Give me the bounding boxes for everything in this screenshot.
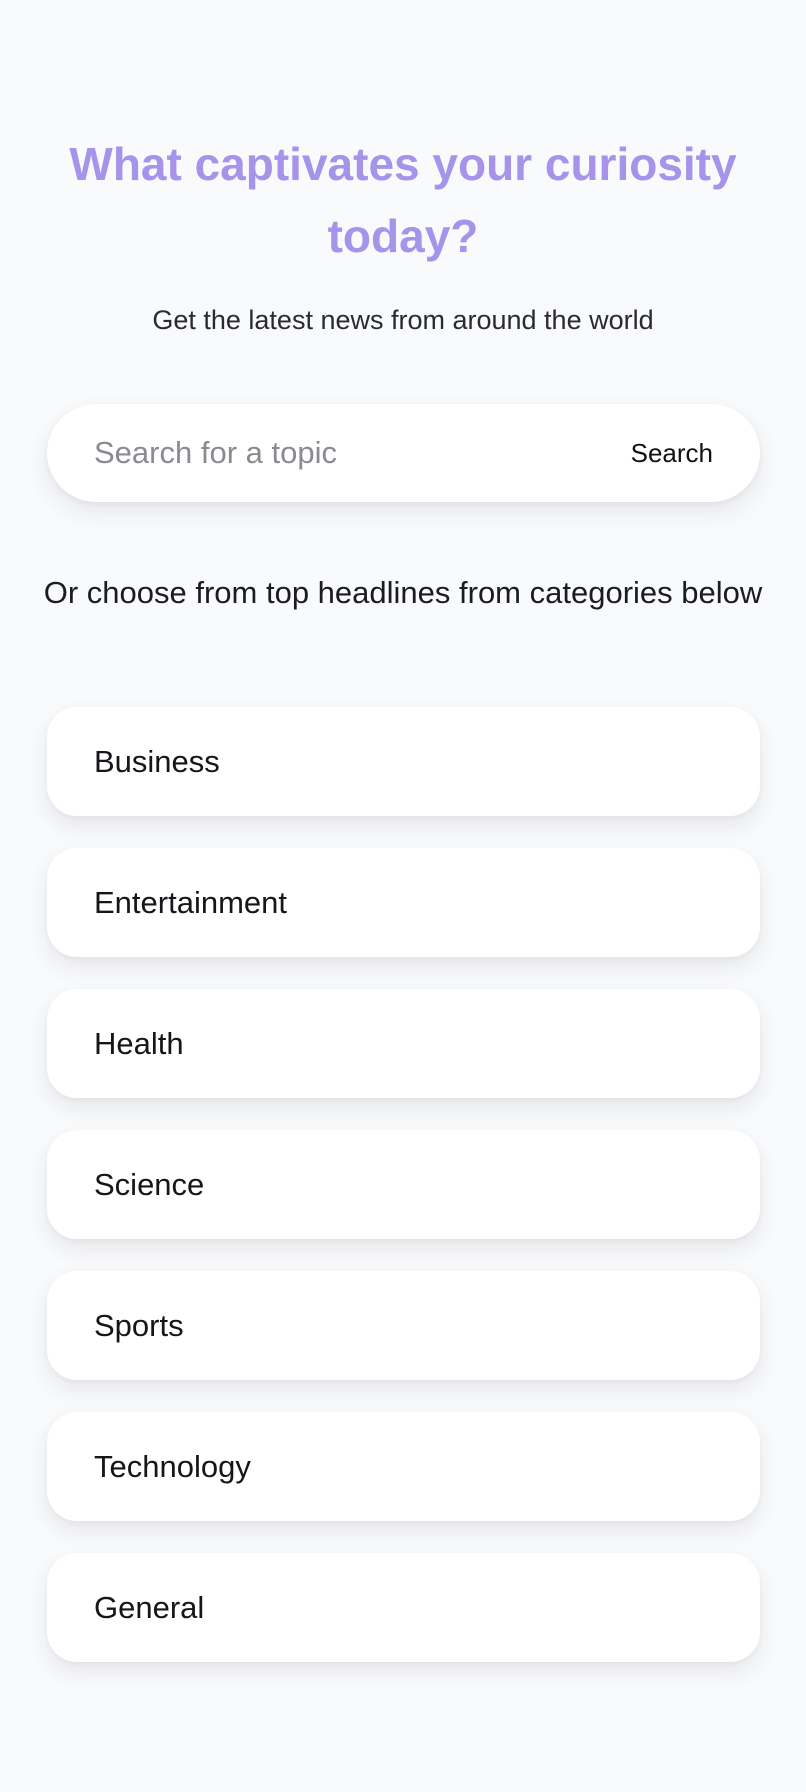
search-input[interactable]: [47, 404, 611, 502]
news-home-page: What captivates your curiosity today? Ge…: [0, 0, 806, 1792]
category-card-sports[interactable]: Sports: [47, 1271, 760, 1380]
category-label: General: [94, 1589, 205, 1625]
page-subtitle: Get the latest news from around the worl…: [152, 305, 654, 335]
category-label: Entertainment: [94, 884, 287, 920]
category-card-health[interactable]: Health: [47, 989, 760, 1098]
category-label: Sports: [94, 1307, 184, 1343]
search-button[interactable]: Search: [611, 404, 760, 502]
category-card-science[interactable]: Science: [47, 1130, 760, 1239]
category-label: Business: [94, 743, 220, 779]
category-label: Science: [94, 1166, 205, 1202]
category-card-general[interactable]: General: [47, 1553, 760, 1662]
category-card-entertainment[interactable]: Entertainment: [47, 848, 760, 957]
category-card-business[interactable]: Business: [47, 707, 760, 816]
page-title: What captivates your curiosity today?: [69, 138, 737, 262]
categories-prompt: Or choose from top headlines from catego…: [43, 575, 763, 610]
category-list: Business Entertainment Health Science Sp…: [47, 707, 760, 1694]
category-label: Technology: [94, 1448, 251, 1484]
search-bar: Search: [47, 404, 760, 502]
category-card-technology[interactable]: Technology: [47, 1412, 760, 1521]
category-label: Health: [94, 1025, 184, 1061]
